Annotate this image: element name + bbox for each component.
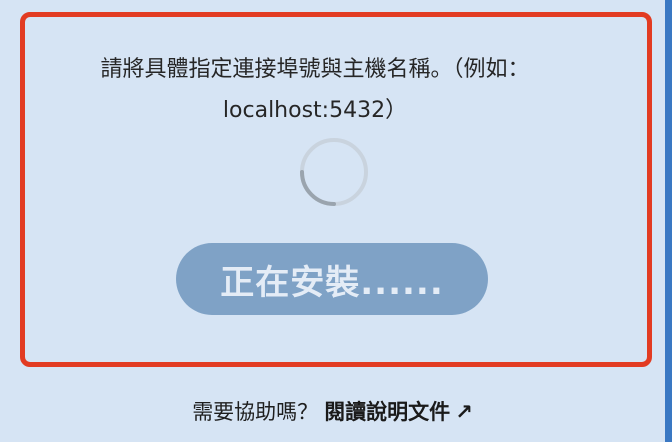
- external-link-arrow-icon: ↗: [455, 400, 473, 424]
- window-edge: [665, 0, 672, 442]
- loading-spinner-icon: [298, 136, 370, 208]
- help-prompt: 需要協助嗎？: [192, 400, 319, 424]
- help-row: 需要協助嗎？ 閱讀說明文件 ↗: [0, 392, 665, 432]
- instruction-line-1: 請將具體指定連接埠號與主機名稱。（例如：: [100, 57, 530, 82]
- read-docs-link[interactable]: 閱讀說明文件 ↗: [324, 400, 473, 424]
- instruction-text: 請將具體指定連接埠號與主機名稱。（例如： localhost:5432）: [20, 49, 610, 131]
- instruction-line-2: localhost:5432）: [222, 98, 408, 123]
- installing-button[interactable]: 正在安裝......: [176, 243, 488, 315]
- read-docs-label: 閱讀說明文件: [324, 400, 451, 424]
